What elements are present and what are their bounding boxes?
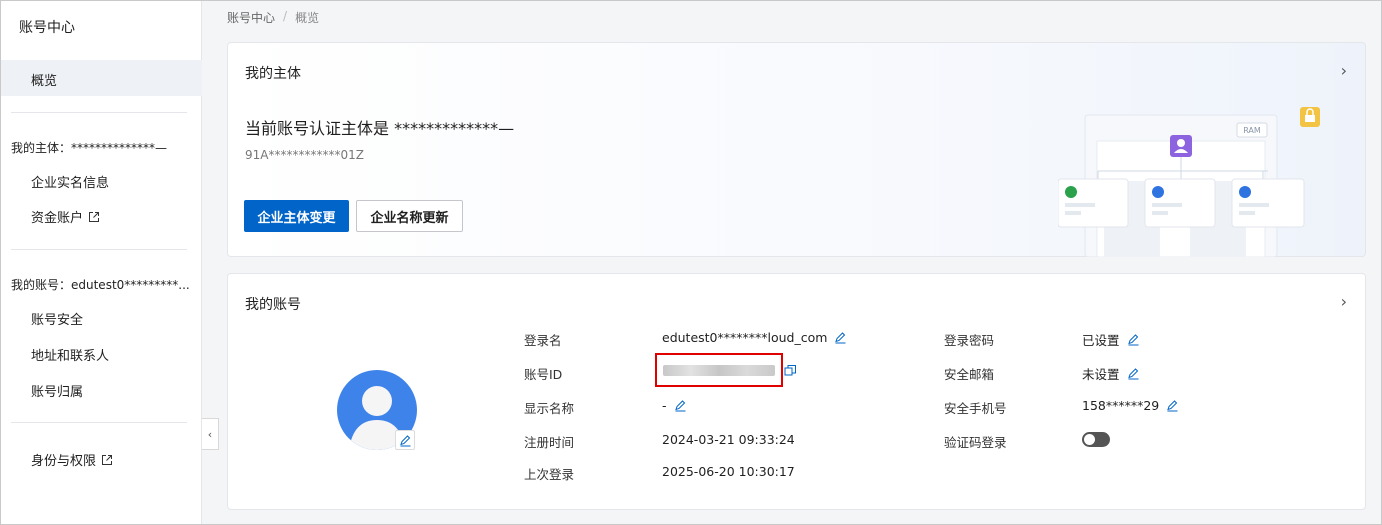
field-label-account-id: 账号ID bbox=[524, 367, 563, 382]
display-name-text: - bbox=[662, 398, 667, 413]
field-value-otp-login bbox=[1082, 432, 1110, 447]
field-label-last-login: 上次登录 bbox=[524, 467, 575, 482]
field-value-login-password: 已设置 bbox=[1082, 330, 1140, 349]
account-card-title: 我的账号 bbox=[245, 297, 301, 313]
sidebar-item-overview[interactable]: 概览 bbox=[1, 60, 202, 96]
password-status-text: 已设置 bbox=[1082, 333, 1120, 348]
entity-card-title: 我的主体 bbox=[245, 66, 301, 82]
sidebar-item-label: 企业实名信息 bbox=[31, 176, 110, 191]
phone-text: 158******29 bbox=[1082, 398, 1160, 413]
field-value-last-login: 2025-06-20 10:30:17 bbox=[662, 464, 795, 479]
divider bbox=[11, 112, 187, 113]
edit-icon[interactable] bbox=[834, 331, 847, 344]
sidebar-collapse-button[interactable]: ‹ bbox=[202, 418, 219, 450]
field-value-login-name: edutest0********loud_com bbox=[662, 330, 847, 345]
sidebar-item-label: 概览 bbox=[31, 74, 58, 89]
field-label-login-password: 登录密码 bbox=[944, 333, 995, 348]
field-value-register-time: 2024-03-21 09:33:24 bbox=[662, 432, 795, 447]
update-name-button[interactable]: 企业名称更新 bbox=[356, 200, 463, 232]
account-card: 我的账号 › bbox=[227, 273, 1366, 510]
field-label-register-time: 注册时间 bbox=[524, 435, 575, 450]
login-name-text: edutest0********loud_com bbox=[662, 330, 828, 345]
chevron-left-icon: ‹ bbox=[207, 427, 213, 441]
sidebar-group-account: 我的账号：edutest0*********... bbox=[11, 278, 190, 292]
field-label-security-email: 安全邮箱 bbox=[944, 367, 995, 382]
sidebar-item-funds-account[interactable]: 资金账户 bbox=[31, 207, 100, 226]
sidebar-item-label: 账号归属 bbox=[31, 385, 84, 400]
field-label-display-name: 显示名称 bbox=[524, 401, 575, 416]
edit-icon[interactable] bbox=[1127, 333, 1140, 346]
sidebar-item-identity-permissions[interactable]: 身份与权限 bbox=[31, 450, 113, 469]
entity-name: 当前账号认证主体是 *************— bbox=[245, 119, 515, 138]
sidebar-item-label: 账号安全 bbox=[31, 313, 84, 328]
divider bbox=[11, 422, 187, 423]
field-label-security-phone: 安全手机号 bbox=[944, 401, 1007, 416]
entity-card: 我的主体 › 当前账号认证主体是 *************— 91A*****… bbox=[227, 42, 1366, 257]
breadcrumb-separator: / bbox=[283, 9, 288, 23]
field-value-display-name: - bbox=[662, 398, 687, 413]
ram-badge: RAM bbox=[1243, 126, 1261, 135]
field-value-security-phone: 158******29 bbox=[1082, 398, 1179, 413]
sidebar-group-entity: 我的主体：**************— bbox=[11, 141, 168, 155]
edit-icon[interactable] bbox=[1127, 367, 1140, 380]
breadcrumb-current: 概览 bbox=[295, 11, 320, 25]
chevron-right-icon[interactable]: › bbox=[1341, 292, 1347, 311]
sidebar-item-label: 资金账户 bbox=[31, 211, 84, 226]
edit-icon[interactable] bbox=[674, 399, 687, 412]
sidebar-item-account-ownership[interactable]: 账号归属 bbox=[31, 381, 83, 400]
sidebar-title: 账号中心 bbox=[19, 20, 75, 36]
field-label-otp-login: 验证码登录 bbox=[944, 435, 1007, 450]
field-value-security-email: 未设置 bbox=[1082, 364, 1140, 383]
field-label-login-name: 登录名 bbox=[524, 333, 562, 348]
edit-icon bbox=[399, 434, 410, 446]
highlight-box bbox=[655, 353, 783, 387]
sidebar-item-address-contacts[interactable]: 地址和联系人 bbox=[31, 345, 109, 364]
breadcrumb-root[interactable]: 账号中心 bbox=[227, 9, 275, 26]
change-entity-button[interactable]: 企业主体变更 bbox=[244, 200, 349, 232]
sidebar-item-account-security[interactable]: 账号安全 bbox=[31, 309, 83, 328]
external-link-icon bbox=[89, 211, 100, 222]
entity-code: 91A************01Z bbox=[245, 148, 364, 162]
edit-icon[interactable] bbox=[1166, 399, 1179, 412]
otp-login-toggle[interactable] bbox=[1082, 432, 1110, 447]
sidebar-item-label: 身份与权限 bbox=[31, 454, 97, 469]
org-illustration: RAM bbox=[1058, 107, 1320, 257]
edit-avatar-button[interactable] bbox=[395, 430, 415, 450]
sidebar: 账号中心 概览 我的主体：**************— 企业实名信息 资金账户… bbox=[1, 1, 202, 524]
external-link-icon bbox=[102, 454, 113, 465]
copy-icon[interactable] bbox=[784, 364, 797, 377]
sidebar-item-label: 地址和联系人 bbox=[31, 349, 110, 364]
email-status-text: 未设置 bbox=[1082, 367, 1120, 382]
breadcrumb: 账号中心 / 概览 bbox=[227, 9, 319, 26]
chevron-right-icon[interactable]: › bbox=[1341, 61, 1347, 80]
sidebar-item-enterprise-verification[interactable]: 企业实名信息 bbox=[31, 172, 109, 191]
divider bbox=[11, 249, 187, 250]
